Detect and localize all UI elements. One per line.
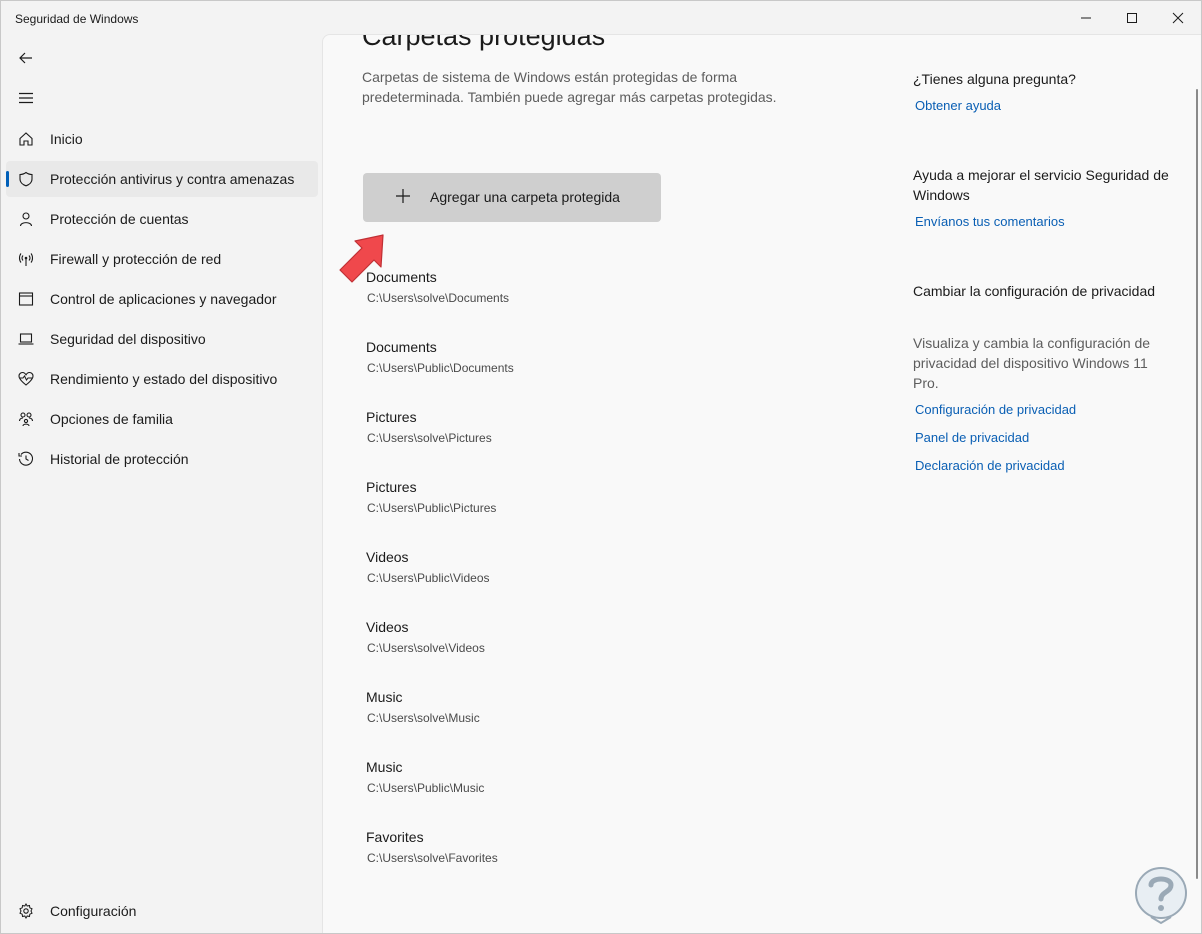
- folder-path: C:\Users\Public\Pictures: [367, 501, 497, 515]
- sidebar-item-label: Opciones de familia: [50, 411, 173, 427]
- person-icon: [17, 210, 35, 228]
- page-description: Carpetas de sistema de Windows están pro…: [362, 69, 777, 105]
- folder-path: C:\Users\Public\Documents: [367, 361, 514, 375]
- laptop-icon: [17, 330, 35, 348]
- page-title: Carpetas protegidas: [362, 34, 606, 51]
- sidebar-item-label: Seguridad del dispositivo: [50, 331, 206, 347]
- sidebar-item-label: Protección de cuentas: [50, 211, 189, 227]
- minimize-icon: [1081, 17, 1091, 19]
- sidebar-item-label: Protección antivirus y contra amenazas: [50, 171, 295, 187]
- privacy-description: Visualiza y cambia la configuración de p…: [913, 335, 1151, 391]
- plus-icon: [396, 189, 410, 203]
- folder-path: C:\Users\solve\Videos: [367, 641, 485, 655]
- sidebar-item-configuracion[interactable]: Configuración: [6, 893, 318, 929]
- folder-item[interactable]: Documents C:\Users\solve\Documents: [366, 269, 666, 309]
- folder-path: C:\Users\Public\Videos: [367, 571, 490, 585]
- sidebar: Inicio Protección antivirus y contra ame…: [1, 35, 322, 933]
- settings-label: Configuración: [50, 903, 137, 919]
- maximize-icon: [1127, 13, 1137, 23]
- sidebar-item-historial[interactable]: Historial de protección: [6, 441, 318, 477]
- folder-item[interactable]: Music C:\Users\solve\Music: [366, 689, 666, 729]
- privacy-dashboard-link[interactable]: Panel de privacidad: [915, 430, 1029, 445]
- sidebar-item-label: Historial de protección: [50, 451, 189, 467]
- folder-name: Documents: [366, 339, 437, 355]
- folder-item[interactable]: Music C:\Users\Public\Music: [366, 759, 666, 799]
- privacy-statement-link[interactable]: Declaración de privacidad: [915, 458, 1065, 473]
- folder-path: C:\Users\solve\Pictures: [367, 431, 492, 445]
- sidebar-item-familia[interactable]: Opciones de familia: [6, 401, 318, 437]
- sidebar-item-label: Control de aplicaciones y navegador: [50, 291, 277, 307]
- annotation-arrow-icon: [339, 234, 384, 283]
- close-button[interactable]: [1155, 1, 1201, 35]
- folder-item[interactable]: Pictures C:\Users\Public\Pictures: [366, 479, 666, 519]
- sidebar-item-label: Firewall y protección de red: [50, 251, 222, 267]
- back-button[interactable]: [6, 40, 46, 76]
- sidebar-item-antivirus[interactable]: Protección antivirus y contra amenazas: [6, 161, 318, 197]
- history-icon: [17, 450, 35, 468]
- maximize-button[interactable]: [1109, 1, 1155, 35]
- folder-path: C:\Users\solve\Favorites: [367, 851, 498, 865]
- minimize-button[interactable]: [1063, 1, 1109, 35]
- vertical-scrollbar[interactable]: [1196, 89, 1198, 879]
- sidebar-item-aplicaciones[interactable]: Control de aplicaciones y navegador: [6, 281, 318, 317]
- hamburger-menu-button[interactable]: [6, 80, 46, 116]
- gear-icon: [17, 902, 35, 920]
- question-heading: ¿Tienes alguna pregunta?: [913, 71, 1076, 87]
- title-bar: Seguridad de Windows: [1, 1, 1201, 35]
- sidebar-item-rendimiento[interactable]: Rendimiento y estado del dispositivo: [6, 361, 318, 397]
- folder-name: Music: [366, 689, 403, 705]
- heart-pulse-icon: [17, 370, 35, 388]
- folder-path: C:\Users\solve\Music: [367, 711, 480, 725]
- app-window: Seguridad de Windows Inicio Protección a…: [0, 0, 1202, 934]
- main-content: Carpetas protegidas Carpetas de sistema …: [322, 34, 1201, 933]
- folder-name: Music: [366, 759, 403, 775]
- improve-heading: Ayuda a mejorar el servicio Seguridad de…: [913, 167, 1169, 203]
- folder-path: C:\Users\Public\Music: [367, 781, 485, 795]
- folder-path: C:\Users\solve\Documents: [367, 291, 510, 305]
- hamburger-icon: [19, 92, 33, 104]
- feedback-link[interactable]: Envíanos tus comentarios: [915, 214, 1065, 229]
- back-arrow-icon: [19, 52, 32, 64]
- browser-window-icon: [17, 290, 35, 308]
- shield-icon: [17, 170, 35, 188]
- sidebar-item-inicio[interactable]: Inicio: [6, 121, 318, 157]
- home-icon: [17, 130, 35, 148]
- window-title: Seguridad de Windows: [15, 12, 139, 26]
- antenna-icon: [17, 250, 35, 268]
- sidebar-item-dispositivo[interactable]: Seguridad del dispositivo: [6, 321, 318, 357]
- folder-name: Pictures: [366, 409, 417, 425]
- close-icon: [1172, 12, 1184, 24]
- folder-name: Videos: [366, 549, 409, 565]
- family-icon: [17, 410, 35, 428]
- sidebar-item-label: Rendimiento y estado del dispositivo: [50, 371, 278, 387]
- folder-item[interactable]: Videos C:\Users\Public\Videos: [366, 549, 666, 589]
- folder-item[interactable]: Pictures C:\Users\solve\Pictures: [366, 409, 666, 449]
- watermark-logo-icon: [1135, 867, 1187, 925]
- sidebar-item-label: Inicio: [50, 131, 83, 147]
- sidebar-item-cuentas[interactable]: Protección de cuentas: [6, 201, 318, 237]
- sidebar-item-firewall[interactable]: Firewall y protección de red: [6, 241, 318, 277]
- folder-name: Videos: [366, 619, 409, 635]
- add-protected-folder-button[interactable]: Agregar una carpeta protegida: [363, 173, 661, 222]
- folder-item[interactable]: Favorites C:\Users\solve\Favorites: [366, 829, 666, 869]
- privacy-heading: Cambiar la configuración de privacidad: [913, 283, 1156, 299]
- get-help-link[interactable]: Obtener ayuda: [915, 98, 1001, 113]
- folder-name: Favorites: [366, 829, 424, 845]
- folder-name: Pictures: [366, 479, 417, 495]
- folder-item[interactable]: Videos C:\Users\solve\Videos: [366, 619, 666, 659]
- add-button-label: Agregar una carpeta protegida: [430, 189, 620, 205]
- folder-item[interactable]: Documents C:\Users\Public\Documents: [366, 339, 666, 379]
- privacy-settings-link[interactable]: Configuración de privacidad: [915, 402, 1076, 417]
